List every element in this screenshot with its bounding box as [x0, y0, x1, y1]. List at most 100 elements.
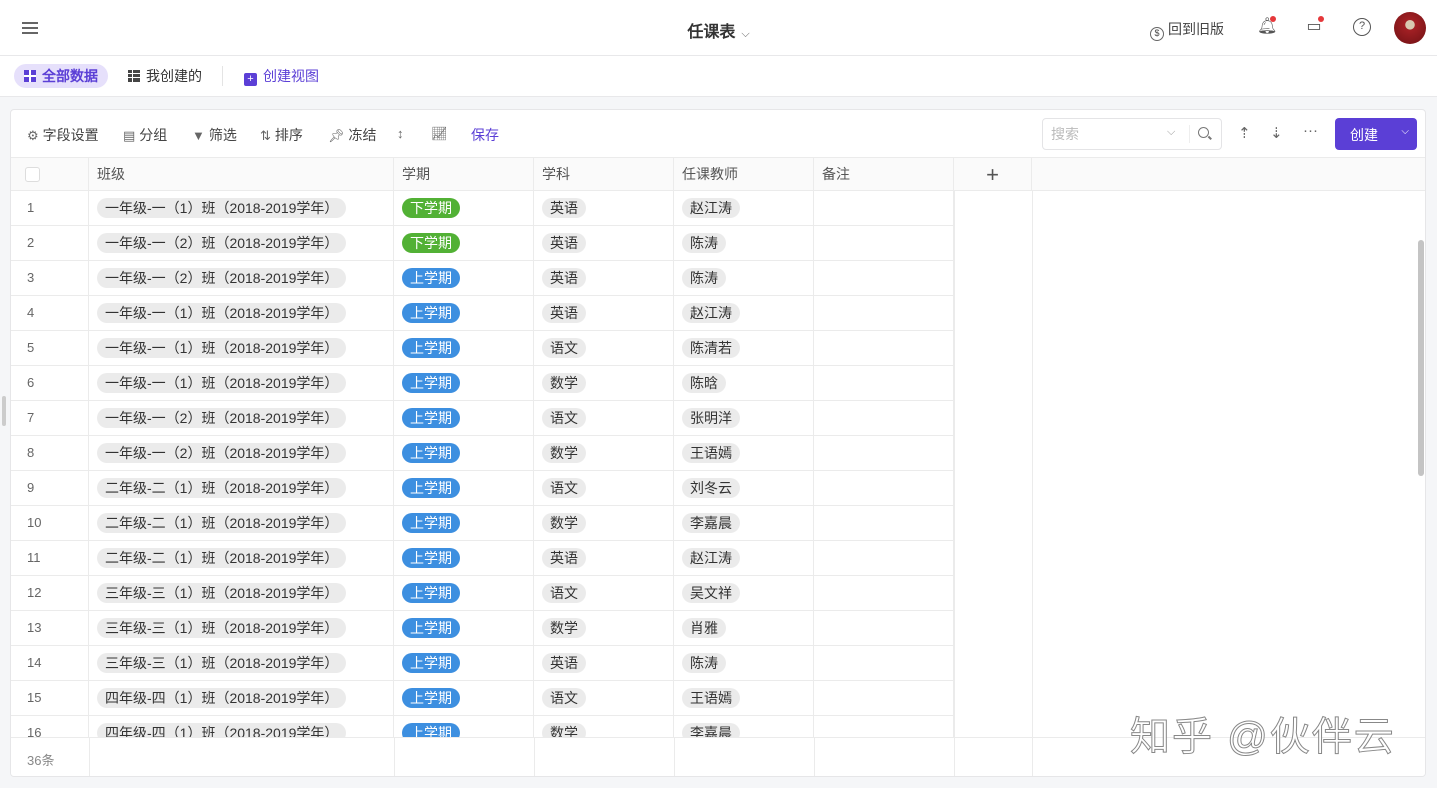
- subject-cell[interactable]: 数学: [534, 436, 674, 471]
- view-all-data[interactable]: 全部数据: [14, 64, 108, 88]
- table-row[interactable]: 13 三年级-三（1）班（2018-2019学年） 上学期 数学 肖雅: [11, 611, 954, 646]
- class-cell[interactable]: 一年级-一（2）班（2018-2019学年）: [89, 401, 394, 436]
- table-row[interactable]: 5 一年级-一（1）班（2018-2019学年） 上学期 语文 陈清若: [11, 331, 954, 366]
- search-icon[interactable]: [1198, 127, 1209, 138]
- teacher-cell[interactable]: 陈清若: [674, 331, 814, 366]
- class-cell[interactable]: 一年级-一（2）班（2018-2019学年）: [89, 261, 394, 296]
- class-cell[interactable]: 二年级-二（1）班（2018-2019学年）: [89, 471, 394, 506]
- field-settings-button[interactable]: ⚙ 字段设置: [27, 125, 99, 145]
- teacher-cell[interactable]: 陈涛: [674, 261, 814, 296]
- class-cell[interactable]: 三年级-三（1）班（2018-2019学年）: [89, 576, 394, 611]
- subject-cell[interactable]: 语文: [534, 681, 674, 716]
- sidebar-resize-handle[interactable]: [2, 396, 6, 426]
- chevron-down-icon[interactable]: ⌵: [1401, 126, 1409, 137]
- search-input[interactable]: [1051, 126, 1161, 142]
- create-view-button[interactable]: + 创建视图: [234, 64, 329, 88]
- chart-button[interactable]: 📈︎: [431, 125, 452, 142]
- teacher-cell[interactable]: 赵江涛: [674, 296, 814, 331]
- subject-cell[interactable]: 英语: [534, 261, 674, 296]
- table-row[interactable]: 10 二年级-二（1）班（2018-2019学年） 上学期 数学 李嘉晨: [11, 506, 954, 541]
- chevron-down-icon[interactable]: ⌵: [1167, 126, 1175, 139]
- class-cell[interactable]: 一年级-一（2）班（2018-2019学年）: [89, 436, 394, 471]
- semester-cell[interactable]: 上学期: [394, 576, 534, 611]
- table-row[interactable]: 7 一年级-一（2）班（2018-2019学年） 上学期 语文 张明洋: [11, 401, 954, 436]
- table-row[interactable]: 11 二年级-二（1）班（2018-2019学年） 上学期 英语 赵江涛: [11, 541, 954, 576]
- view-my-created[interactable]: 我创建的: [118, 64, 212, 88]
- semester-cell[interactable]: 上学期: [394, 296, 534, 331]
- class-cell[interactable]: 一年级-一（2）班（2018-2019学年）: [89, 226, 394, 261]
- teacher-cell[interactable]: 陈涛: [674, 646, 814, 681]
- table-row[interactable]: 4 一年级-一（1）班（2018-2019学年） 上学期 英语 赵江涛: [11, 296, 954, 331]
- semester-cell[interactable]: 上学期: [394, 436, 534, 471]
- teacher-cell[interactable]: 张明洋: [674, 401, 814, 436]
- table-row[interactable]: 14 三年级-三（1）班（2018-2019学年） 上学期 英语 陈涛: [11, 646, 954, 681]
- subject-cell[interactable]: 英语: [534, 296, 674, 331]
- teacher-cell[interactable]: 刘冬云: [674, 471, 814, 506]
- class-cell[interactable]: 二年级-二（1）班（2018-2019学年）: [89, 541, 394, 576]
- semester-cell[interactable]: 上学期: [394, 471, 534, 506]
- class-cell[interactable]: 四年级-四（1）班（2018-2019学年）: [89, 681, 394, 716]
- semester-cell[interactable]: 下学期: [394, 191, 534, 226]
- teacher-cell[interactable]: 王语嫣: [674, 681, 814, 716]
- notes-cell[interactable]: [814, 191, 954, 226]
- semester-cell[interactable]: 上学期: [394, 366, 534, 401]
- table-row[interactable]: 2 一年级-一（2）班（2018-2019学年） 下学期 英语 陈涛: [11, 226, 954, 261]
- create-button[interactable]: 创建 ⌵: [1335, 118, 1417, 150]
- table-row[interactable]: 15 四年级-四（1）班（2018-2019学年） 上学期 语文 王语嫣: [11, 681, 954, 716]
- semester-cell[interactable]: 上学期: [394, 261, 534, 296]
- class-cell[interactable]: 三年级-三（1）班（2018-2019学年）: [89, 646, 394, 681]
- class-cell[interactable]: 二年级-二（1）班（2018-2019学年）: [89, 506, 394, 541]
- filter-button[interactable]: ▼ 筛选: [192, 125, 237, 145]
- class-cell[interactable]: 三年级-三（1）班（2018-2019学年）: [89, 611, 394, 646]
- column-header-teacher[interactable]: 任课教师: [674, 158, 814, 191]
- old-version-button[interactable]: $ 回到旧版: [1150, 19, 1224, 41]
- notes-cell[interactable]: [814, 716, 954, 737]
- avatar[interactable]: [1394, 12, 1426, 44]
- upload-icon[interactable]: ⇡: [1238, 124, 1251, 142]
- class-cell[interactable]: 一年级-一（1）班（2018-2019学年）: [89, 331, 394, 366]
- teacher-cell[interactable]: 陈晗: [674, 366, 814, 401]
- subject-cell[interactable]: 语文: [534, 331, 674, 366]
- select-all-checkbox[interactable]: [25, 167, 40, 182]
- notes-cell[interactable]: [814, 401, 954, 436]
- column-header-subject[interactable]: 学科: [534, 158, 674, 191]
- teacher-cell[interactable]: 吴文祥: [674, 576, 814, 611]
- subject-cell[interactable]: 英语: [534, 226, 674, 261]
- semester-cell[interactable]: 上学期: [394, 506, 534, 541]
- class-cell[interactable]: 一年级-一（1）班（2018-2019学年）: [89, 191, 394, 226]
- class-cell[interactable]: 一年级-一（1）班（2018-2019学年）: [89, 366, 394, 401]
- notes-cell[interactable]: [814, 541, 954, 576]
- teacher-cell[interactable]: 陈涛: [674, 226, 814, 261]
- notes-cell[interactable]: [814, 331, 954, 366]
- teacher-cell[interactable]: 王语嫣: [674, 436, 814, 471]
- notes-cell[interactable]: [814, 506, 954, 541]
- notes-cell[interactable]: [814, 366, 954, 401]
- notes-cell[interactable]: [814, 296, 954, 331]
- subject-cell[interactable]: 数学: [534, 506, 674, 541]
- teacher-cell[interactable]: 李嘉晨: [674, 506, 814, 541]
- group-button[interactable]: ▤ 分组: [123, 125, 167, 145]
- table-row[interactable]: 8 一年级-一（2）班（2018-2019学年） 上学期 数学 王语嫣: [11, 436, 954, 471]
- semester-cell[interactable]: 上学期: [394, 401, 534, 436]
- subject-cell[interactable]: 英语: [534, 541, 674, 576]
- subject-cell[interactable]: 数学: [534, 611, 674, 646]
- subject-cell[interactable]: 英语: [534, 646, 674, 681]
- more-icon[interactable]: ···: [1303, 122, 1318, 139]
- teacher-cell[interactable]: 赵江涛: [674, 541, 814, 576]
- column-header-notes[interactable]: 备注: [814, 158, 954, 191]
- save-button[interactable]: 保存: [471, 125, 499, 145]
- row-height-button[interactable]: ↕: [397, 125, 408, 141]
- subject-cell[interactable]: 语文: [534, 576, 674, 611]
- table-row[interactable]: 16 四年级-四（1）班（2018-2019学年） 上学期 数学 李嘉晨: [11, 716, 954, 737]
- vertical-scrollbar[interactable]: [1418, 240, 1424, 476]
- table-row[interactable]: 12 三年级-三（1）班（2018-2019学年） 上学期 语文 吴文祥: [11, 576, 954, 611]
- subject-cell[interactable]: 数学: [534, 716, 674, 737]
- class-cell[interactable]: 四年级-四（1）班（2018-2019学年）: [89, 716, 394, 737]
- table-row[interactable]: 3 一年级-一（2）班（2018-2019学年） 上学期 英语 陈涛: [11, 261, 954, 296]
- subject-cell[interactable]: 数学: [534, 366, 674, 401]
- table-row[interactable]: 1 一年级-一（1）班（2018-2019学年） 下学期 英语 赵江涛: [11, 191, 954, 226]
- notes-cell[interactable]: [814, 436, 954, 471]
- semester-cell[interactable]: 下学期: [394, 226, 534, 261]
- notes-cell[interactable]: [814, 611, 954, 646]
- class-cell[interactable]: 一年级-一（1）班（2018-2019学年）: [89, 296, 394, 331]
